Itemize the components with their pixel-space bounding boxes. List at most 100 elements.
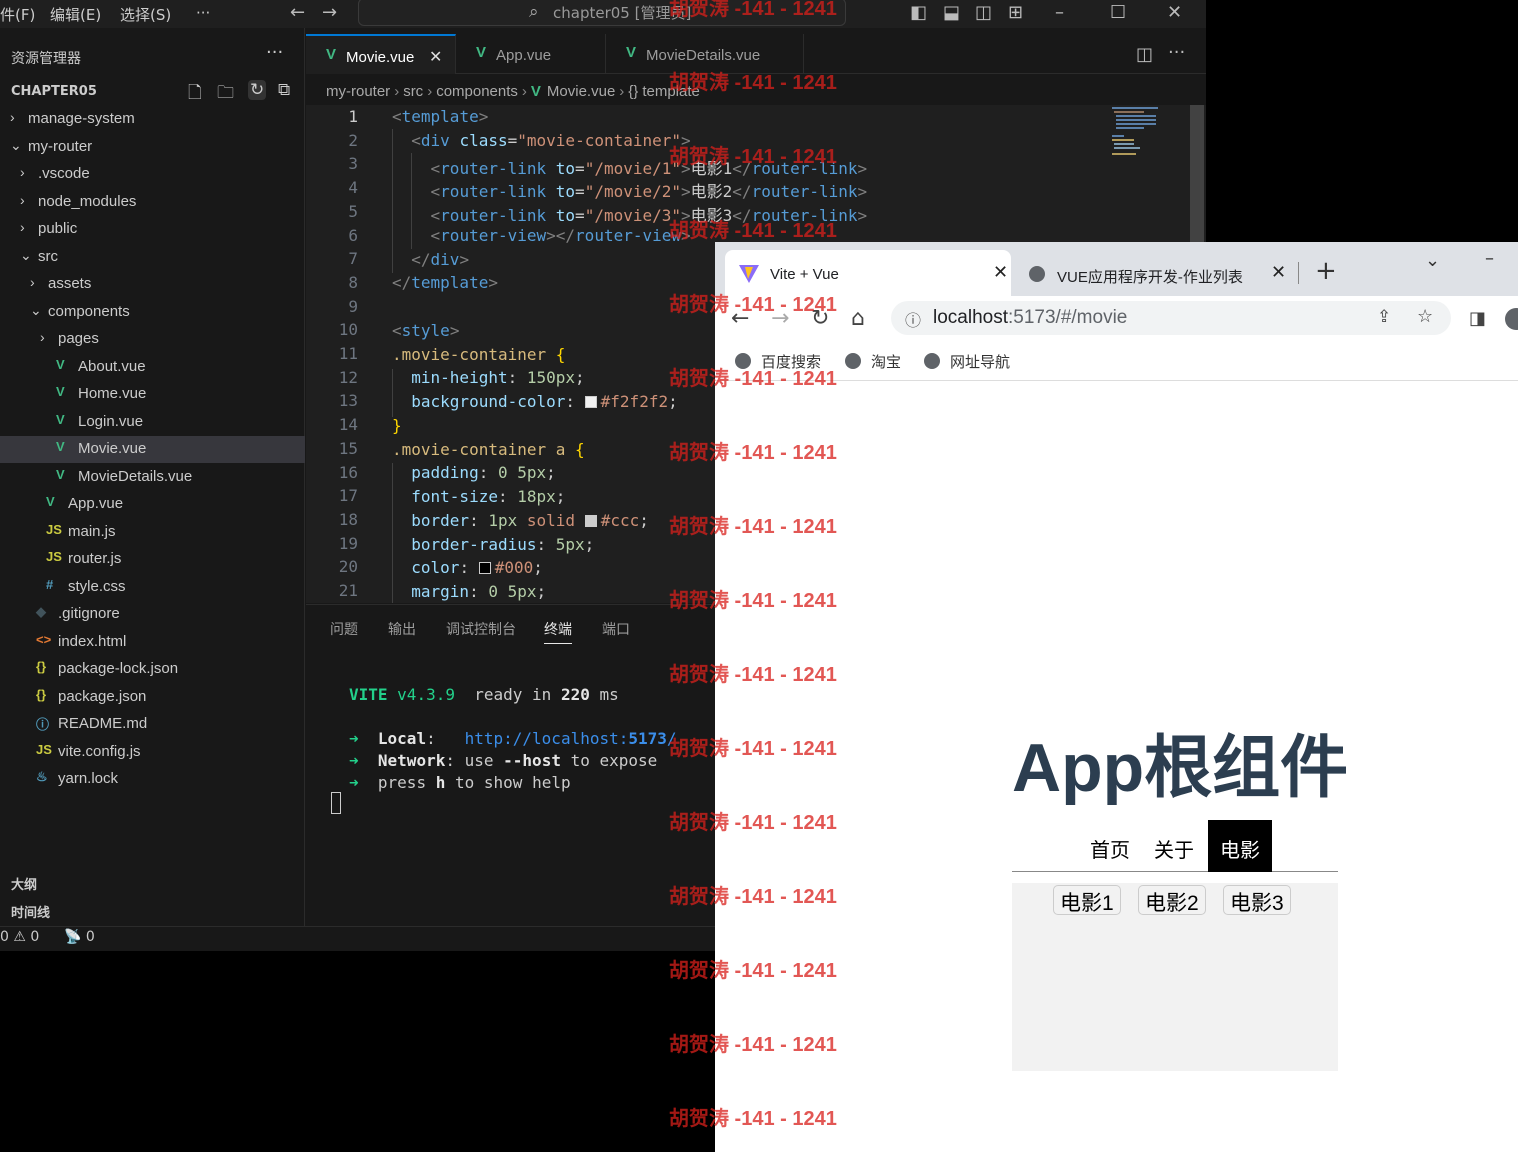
problems-status[interactable]: 0 ⚠ 0 xyxy=(0,929,39,945)
side-panel-icon[interactable]: ◨ xyxy=(1469,308,1486,329)
minimize-icon[interactable]: – xyxy=(1485,248,1494,269)
close-window-icon[interactable]: ✕ xyxy=(1167,2,1182,23)
maximize-icon[interactable]: ☐ xyxy=(1110,2,1126,23)
toggle-sidebar-icon[interactable]: ◧ xyxy=(910,2,927,23)
tree-item[interactable]: › node_modules xyxy=(0,189,305,216)
collapse-all-icon[interactable]: ⧉ xyxy=(278,80,290,100)
share-icon[interactable]: ⇪ xyxy=(1377,307,1391,327)
close-tab-icon[interactable]: ✕ xyxy=(1271,262,1286,283)
refresh-icon[interactable]: ↻ xyxy=(248,80,267,100)
ports-status[interactable]: 📡 0 xyxy=(64,929,95,945)
tab-search-icon[interactable]: ⌄ xyxy=(1425,250,1440,271)
breadcrumb-item[interactable]: Movie.vue xyxy=(547,83,615,100)
split-editor-icon[interactable]: ◫ xyxy=(1136,44,1153,65)
toggle-panel-icon[interactable]: ⬓ xyxy=(943,2,960,23)
more-actions-icon[interactable]: ··· xyxy=(266,42,283,63)
bookmark-nav[interactable]: 网址导航 xyxy=(924,351,1010,372)
tree-item[interactable]: {} package-lock.json xyxy=(0,656,305,683)
menu-edit[interactable]: 编辑(E) xyxy=(50,4,101,25)
tree-item[interactable]: V MovieDetails.vue xyxy=(0,464,305,491)
close-tab-icon[interactable]: ✕ xyxy=(429,47,442,67)
tree-item[interactable]: ◆ .gitignore xyxy=(0,601,305,628)
minimize-icon[interactable]: – xyxy=(1055,2,1064,23)
movie-link-1[interactable]: 电影1 xyxy=(1053,885,1121,915)
editor-more-icon[interactable]: ··· xyxy=(1168,42,1185,63)
home-icon[interactable]: ⌂ xyxy=(851,306,865,331)
code-line: padding: 0 5px; xyxy=(411,463,556,482)
tree-item[interactable]: › .vscode xyxy=(0,161,305,188)
nav-link-movie[interactable]: 电影 xyxy=(1208,820,1272,872)
tree-item[interactable]: V App.vue xyxy=(0,491,305,518)
browser-tab-assignments[interactable]: VUE应用程序开发-作业列表 ✕ xyxy=(1015,250,1299,296)
color-swatch[interactable] xyxy=(584,515,597,527)
tree-item[interactable]: V Movie.vue xyxy=(0,436,305,463)
profile-avatar[interactable] xyxy=(1505,308,1518,330)
nav-link-home[interactable]: 首页 xyxy=(1078,820,1142,872)
line-number: 4 xyxy=(348,178,358,198)
vue-file-icon: V xyxy=(476,44,487,61)
tree-item[interactable]: # style.css xyxy=(0,574,305,601)
tree-item[interactable]: <> index.html xyxy=(0,629,305,656)
line-number: 10 xyxy=(338,320,358,340)
tree-item[interactable]: ⌄ src xyxy=(0,244,305,271)
tree-item[interactable]: › assets xyxy=(0,271,305,298)
breadcrumb-item[interactable]: my-router xyxy=(326,83,390,100)
tree-item[interactable]: JS main.js xyxy=(0,519,305,546)
color-swatch[interactable] xyxy=(478,562,491,574)
tree-item[interactable]: V About.vue xyxy=(0,354,305,381)
nav-link-about[interactable]: 关于 xyxy=(1142,820,1206,872)
movie-link-3[interactable]: 电影3 xyxy=(1223,885,1291,915)
chevron-down-icon: ⌄ xyxy=(20,246,32,263)
star-icon[interactable]: ☆ xyxy=(1417,306,1433,327)
tab-problems[interactable]: 问题 xyxy=(330,619,358,639)
bookmark-taobao[interactable]: 淘宝 xyxy=(845,351,901,372)
tab-ports[interactable]: 端口 xyxy=(602,619,630,639)
tree-item[interactable]: JS vite.config.js xyxy=(0,739,305,766)
minimap[interactable] xyxy=(1112,105,1172,165)
tab-debug-console[interactable]: 调试控制台 xyxy=(446,619,516,639)
timeline-section[interactable]: 时间线 xyxy=(11,902,50,921)
color-swatch[interactable] xyxy=(584,396,597,408)
tree-item[interactable]: JS router.js xyxy=(0,546,305,573)
movie-link-2[interactable]: 电影2 xyxy=(1138,885,1206,915)
close-tab-icon[interactable]: ✕ xyxy=(993,262,1008,283)
tab-terminal[interactable]: 终端 xyxy=(544,619,572,644)
back-arrow-icon[interactable]: ← xyxy=(290,2,305,23)
breadcrumb-item[interactable]: src xyxy=(403,83,423,100)
code-line: <div class="movie-container"> xyxy=(411,131,691,150)
tree-item[interactable]: V Login.vue xyxy=(0,409,305,436)
tree-item[interactable]: › manage-system xyxy=(0,106,305,133)
chevron-down-icon: ⌄ xyxy=(30,301,42,318)
breadcrumb-item[interactable]: components xyxy=(436,83,518,100)
watermark: 胡贺涛 -141 - 1241 xyxy=(669,664,837,686)
menu-file[interactable]: 件(F) xyxy=(0,4,35,25)
address-bar[interactable]: ⓘ localhost:5173/#/movie ⇪ ☆ xyxy=(891,301,1451,335)
outline-section[interactable]: 大纲 xyxy=(11,874,37,893)
customize-layout-icon[interactable]: ⊞ xyxy=(1008,2,1023,23)
tree-item[interactable]: › pages xyxy=(0,326,305,353)
new-tab-icon[interactable]: + xyxy=(1315,256,1337,286)
forward-arrow-icon[interactable]: → xyxy=(322,2,337,23)
project-name[interactable]: CHAPTER05 xyxy=(11,84,97,99)
tree-item[interactable]: › public xyxy=(0,216,305,243)
tree-item[interactable]: V Home.vue xyxy=(0,381,305,408)
new-file-icon[interactable]: 🗋 xyxy=(188,80,202,109)
tab-app-vue[interactable]: V App.vue xyxy=(456,34,606,74)
tab-movie-vue[interactable]: V Movie.vue ✕ xyxy=(306,34,456,74)
tree-item[interactable]: ⓘ README.md xyxy=(0,711,305,738)
chevron-right-icon: › xyxy=(20,219,25,235)
tab-output[interactable]: 输出 xyxy=(388,619,416,639)
tree-item[interactable]: ♨ yarn.lock xyxy=(0,766,305,793)
toggle-secondary-sidebar-icon[interactable]: ◫ xyxy=(975,2,992,23)
menu-more[interactable]: ··· xyxy=(196,4,210,22)
watermark: 胡贺涛 -141 - 1241 xyxy=(669,0,837,20)
local-url-link[interactable]: http://localhost:5173/ xyxy=(465,729,677,748)
menu-selection[interactable]: 选择(S) xyxy=(120,4,171,25)
tree-item-label: my-router xyxy=(28,137,93,155)
tree-item[interactable]: ⌄ components xyxy=(0,299,305,326)
new-folder-icon[interactable]: 🗀 xyxy=(217,80,234,109)
site-info-icon[interactable]: ⓘ xyxy=(905,307,921,331)
editor-scrollbar[interactable] xyxy=(1190,105,1204,245)
tree-item[interactable]: ⌄ my-router xyxy=(0,134,305,161)
tree-item[interactable]: {} package.json xyxy=(0,684,305,711)
